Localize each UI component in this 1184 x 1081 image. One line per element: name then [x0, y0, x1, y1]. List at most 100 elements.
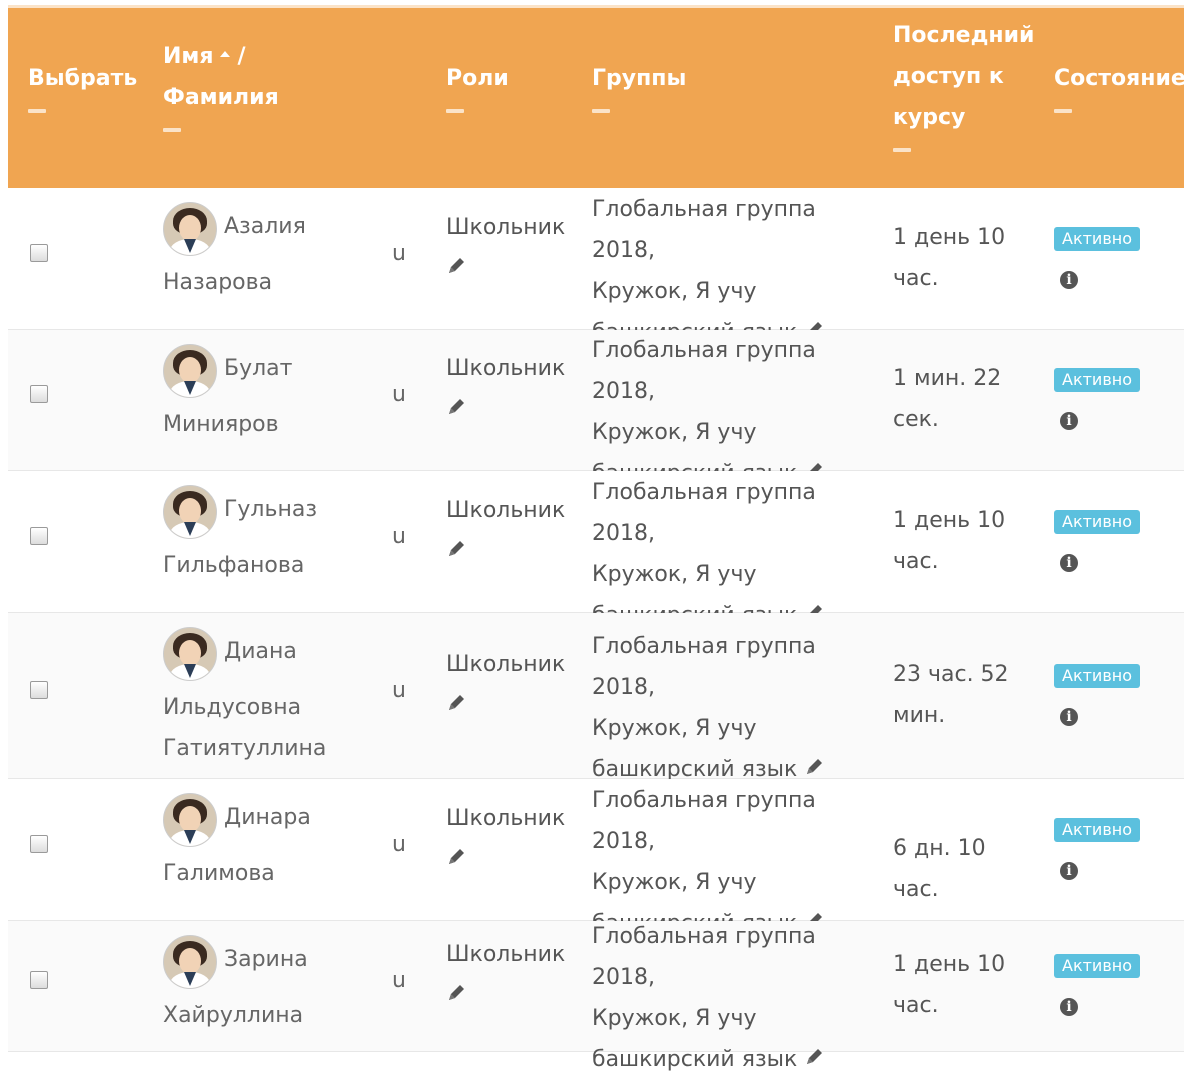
select-checkbox[interactable]	[30, 385, 48, 403]
role-label: Школьник	[446, 652, 566, 677]
info-icon[interactable]: i	[1060, 554, 1078, 572]
role-cell: Школьник	[446, 348, 565, 431]
column-roles[interactable]: Роли	[446, 58, 509, 113]
sort-asc-icon	[219, 51, 230, 57]
group-line: Глобальная группа 2018,	[592, 788, 816, 854]
collapse-icon[interactable]	[446, 109, 464, 113]
column-last-access-line2: доступ к	[893, 64, 1004, 89]
collapse-icon[interactable]	[28, 109, 46, 113]
role-cell: Школьник	[446, 490, 565, 573]
user-firstname-link[interactable]: Диана	[224, 631, 297, 672]
info-icon[interactable]: i	[1060, 271, 1078, 289]
info-icon[interactable]: i	[1060, 708, 1078, 726]
collapse-icon[interactable]	[163, 128, 181, 132]
edit-pencil-icon[interactable]	[446, 976, 466, 1017]
status-badge: Активно	[1054, 954, 1141, 978]
column-status-label: Состояние	[1054, 66, 1184, 91]
role-cell: Школьник	[446, 207, 565, 290]
user-firstname-link[interactable]: Динара	[224, 797, 311, 838]
user-firstname-link[interactable]: Булат	[224, 348, 292, 389]
avatar[interactable]	[163, 627, 217, 681]
groups-cell: Глобальная группа 2018, Кружок, Я учу ба…	[592, 916, 862, 1081]
select-checkbox[interactable]	[30, 971, 48, 989]
user-firstname-link[interactable]: Гульназ	[224, 489, 317, 530]
avatar[interactable]	[163, 485, 217, 539]
group-line: Глобальная группа 2018,	[592, 924, 816, 990]
group-line: Глобальная группа 2018,	[592, 338, 816, 404]
user-firstname-link[interactable]: Азалия	[224, 206, 306, 247]
groups-cell: Глобальная группа 2018, Кружок, Я учу ба…	[592, 330, 862, 495]
select-checkbox[interactable]	[30, 527, 48, 545]
last-access-line: 1 день 10	[893, 508, 1006, 533]
column-groups[interactable]: Группы	[592, 58, 686, 113]
group-line: башкирский язык	[592, 1047, 798, 1072]
info-icon[interactable]: i	[1060, 998, 1078, 1016]
last-access-cell: 1 мин. 22 сек.	[893, 358, 1033, 440]
column-groups-label: Группы	[592, 66, 687, 91]
user-lastname-link[interactable]: Гатиятуллина	[163, 728, 326, 769]
collapse-icon[interactable]	[893, 148, 911, 152]
group-line: Кружок, Я учу	[592, 716, 757, 741]
user-lastname-link[interactable]: Минияров	[163, 404, 279, 445]
column-last-access[interactable]: Последний доступ к курсу	[893, 15, 1034, 152]
collapse-icon[interactable]	[1054, 109, 1072, 113]
column-name[interactable]: Имя / Фамилия	[163, 36, 279, 132]
user-firstname-link[interactable]: Зарина	[224, 939, 308, 980]
status-badge: Активно	[1054, 664, 1141, 688]
column-status[interactable]: Состояние	[1054, 58, 1184, 113]
role-label: Школьник	[446, 498, 566, 523]
groups-cell: Глобальная группа 2018, Кружок, Я учу ба…	[592, 626, 862, 791]
user-lastname-link[interactable]: Хайруллина	[163, 995, 303, 1036]
last-access-cell: 1 день 10 час.	[893, 217, 1033, 299]
last-access-line: 1 мин. 22	[893, 366, 1002, 391]
edit-pencil-icon[interactable]	[446, 686, 466, 727]
select-checkbox[interactable]	[30, 835, 48, 853]
last-access-cell: 1 день 10 час.	[893, 500, 1033, 582]
group-line: Кружок, Я учу	[592, 870, 757, 895]
last-access-line: 1 день 10	[893, 952, 1006, 977]
user-field: u	[392, 524, 406, 549]
last-access-cell: 23 час. 52 мин.	[893, 654, 1033, 736]
avatar[interactable]	[163, 935, 217, 989]
group-line: Глобальная группа 2018,	[592, 197, 816, 263]
avatar[interactable]	[163, 344, 217, 398]
group-line: Кружок, Я учу	[592, 420, 757, 445]
edit-pencil-icon[interactable]	[804, 1040, 824, 1081]
groups-cell: Глобальная группа 2018, Кружок, Я учу ба…	[592, 189, 862, 354]
avatar[interactable]	[163, 202, 217, 256]
sort-firstname-link[interactable]: Имя	[163, 44, 214, 69]
user-field: u	[392, 968, 406, 993]
group-line: Глобальная группа 2018,	[592, 634, 816, 700]
last-access-cell: 1 день 10 час.	[893, 944, 1033, 1026]
user-lastname-link[interactable]: Гильфанова	[163, 545, 304, 586]
user-lastname-link[interactable]: Галимова	[163, 853, 275, 894]
last-access-cell: 6 дн. 10 час.	[893, 828, 1033, 910]
group-line: Глобальная группа 2018,	[592, 480, 816, 546]
user-field: u	[392, 678, 406, 703]
table-row: Булат Минияров u Школьник Глобальная групп…	[8, 330, 1184, 486]
edit-pencil-icon[interactable]	[446, 249, 466, 290]
info-icon[interactable]: i	[1060, 862, 1078, 880]
collapse-icon[interactable]	[592, 109, 610, 113]
info-icon[interactable]: i	[1060, 412, 1078, 430]
role-label: Школьник	[446, 356, 566, 381]
select-checkbox[interactable]	[30, 681, 48, 699]
role-label: Школьник	[446, 942, 566, 967]
sort-lastname-link[interactable]: Фамилия	[163, 85, 279, 110]
edit-pencil-icon[interactable]	[446, 532, 466, 573]
edit-pencil-icon[interactable]	[446, 840, 466, 881]
select-checkbox[interactable]	[30, 244, 48, 262]
status-badge: Активно	[1054, 368, 1141, 392]
table-row: Диана Ильдусовна Гатиятуллина u Школьник Гл…	[8, 613, 1184, 782]
name-separator: /	[237, 44, 246, 69]
participants-table: Выбрать Имя / Фамилия Роли Группы Последн…	[8, 5, 1184, 1072]
status-badge: Активно	[1054, 510, 1141, 534]
role-cell: Школьник	[446, 798, 565, 881]
role-label: Школьник	[446, 215, 566, 240]
avatar[interactable]	[163, 793, 217, 847]
user-lastname-link[interactable]: Ильдусовна	[163, 687, 301, 728]
edit-pencil-icon[interactable]	[446, 390, 466, 431]
group-line: Кружок, Я учу	[592, 279, 757, 304]
user-lastname-link[interactable]: Назарова	[163, 262, 272, 303]
column-select[interactable]: Выбрать	[28, 58, 137, 113]
